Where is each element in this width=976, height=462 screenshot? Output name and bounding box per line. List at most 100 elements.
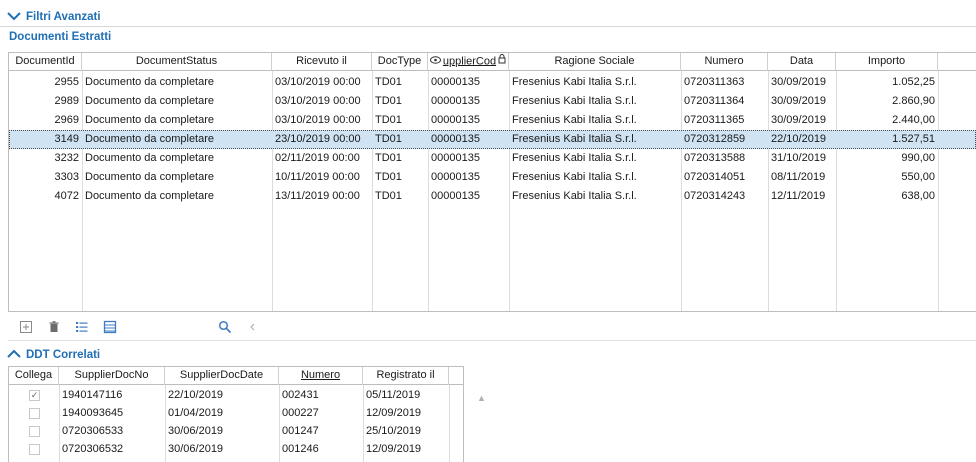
grid-header-row: Collega SupplierDocNo SupplierDocDate Nu… (9, 367, 463, 385)
column-header-supplierdocdate[interactable]: SupplierDocDate (165, 367, 279, 385)
table-row[interactable]: 0720306532 30/06/2019 001246 12/09/2019 (9, 440, 463, 459)
table-row[interactable]: 2955 Documento da completare 03/10/2019 … (9, 73, 976, 92)
collega-checkbox-checked[interactable]: ✓ (29, 390, 40, 401)
column-header-supplierdocno[interactable]: SupplierDocNo (59, 367, 165, 385)
cell-data: 30/09/2019 (771, 95, 827, 107)
cell-ragione: Fresenius Kabi Italia S.r.l. (512, 76, 637, 88)
cell-numero: 0720312859 (684, 133, 746, 145)
column-header-numero[interactable]: Numero (681, 53, 768, 71)
cell-status: Documento da completare (85, 95, 215, 107)
cell-documentid: 3232 (54, 152, 79, 164)
table-row[interactable]: 4072 Documento da completare 13/11/2019 … (9, 187, 976, 206)
cell-status: Documento da completare (85, 171, 215, 183)
cell-status: Documento da completare (85, 114, 215, 126)
filtri-avanzati-toggle[interactable]: Filtri Avanzati (0, 9, 101, 25)
cell-supplierdocdate: 30/06/2019 (168, 425, 224, 437)
cell-supplierdocno: 0720306532 (62, 443, 124, 455)
table-row[interactable]: 3232 Documento da completare 02/11/2019 … (9, 149, 976, 168)
column-header-importo[interactable]: Importo (836, 53, 938, 71)
delete-icon[interactable] (44, 317, 64, 337)
filtri-avanzati-label: Filtri Avanzati (26, 11, 101, 23)
add-icon[interactable] (16, 317, 36, 337)
cell-documentid: 3149 (54, 133, 79, 145)
cell-doctype: TD01 (375, 114, 402, 126)
cell-importo: 638,00 (901, 190, 935, 202)
cell-documentid: 3303 (54, 171, 79, 183)
column-header-ricevuto[interactable]: Ricevuto il (272, 53, 372, 71)
search-icon[interactable] (215, 317, 235, 337)
column-header-doctype[interactable]: DocType (372, 53, 428, 71)
cell-ricevuto: 02/11/2019 00:00 (275, 152, 360, 164)
cell-data: 30/09/2019 (771, 114, 827, 126)
column-header-numero[interactable]: Numero (279, 367, 363, 385)
ddt-correlati-toggle[interactable]: DDT Correlati (0, 347, 100, 363)
cell-ricevuto: 10/11/2019 00:00 (275, 171, 360, 183)
cell-numero: 0720313588 (684, 152, 746, 164)
grid-toolbar (8, 313, 976, 341)
collega-checkbox[interactable] (29, 408, 40, 419)
documenti-estratti-grid[interactable]: DocumentId DocumentStatus Ricevuto il Do… (8, 52, 976, 312)
cell-data: 12/11/2019 (771, 190, 826, 202)
table-row[interactable]: 3303 Documento da completare 10/11/2019 … (9, 168, 976, 187)
table-icon[interactable] (100, 317, 120, 337)
grid-header-row: DocumentId DocumentStatus Ricevuto il Do… (9, 53, 976, 71)
column-header-documentstatus[interactable]: DocumentStatus (82, 53, 272, 71)
cell-registrato: 25/10/2019 (366, 425, 422, 437)
cell-supplier: 00000135 (431, 152, 480, 164)
cell-documentid: 2989 (54, 95, 79, 107)
cell-supplier: 00000135 (431, 76, 480, 88)
cell-numero: 0720314051 (684, 171, 746, 183)
column-header-registrato[interactable]: Registrato il (363, 367, 449, 385)
cell-supplierdocdate: 01/04/2019 (168, 407, 224, 419)
cell-status: Documento da completare (85, 133, 215, 145)
cell-supplierdocno: 0720306533 (62, 425, 124, 437)
cell-numero: 0720314243 (684, 190, 746, 202)
list-details-icon[interactable] (72, 317, 92, 337)
cell-documentid: 2955 (54, 76, 79, 88)
table-row[interactable]: 1940093645 01/04/2019 000227 12/09/2019 (9, 404, 463, 423)
cell-data: 22/10/2019 (771, 133, 827, 145)
cell-ricevuto: 03/10/2019 00:00 (275, 76, 361, 88)
cell-ragione: Fresenius Kabi Italia S.r.l. (512, 152, 637, 164)
column-header-data[interactable]: Data (768, 53, 836, 71)
cell-supplierdocdate: 22/10/2019 (168, 389, 224, 401)
cell-registrato: 12/09/2019 (366, 443, 422, 455)
cell-importo: 990,00 (901, 152, 935, 164)
ddt-correlati-grid[interactable]: Collega SupplierDocNo SupplierDocDate Nu… (8, 366, 464, 462)
cell-documentid: 4072 (54, 190, 79, 202)
table-row-selected[interactable]: 3149 Documento da completare 23/10/2019 … (9, 130, 976, 149)
cell-numero: 000227 (282, 407, 319, 419)
collega-checkbox[interactable] (29, 444, 40, 455)
cell-doctype: TD01 (375, 95, 402, 107)
cell-numero: 0720311363 (684, 76, 745, 88)
table-row[interactable]: 0720306533 30/06/2019 001247 25/10/2019 (9, 422, 463, 441)
cell-registrato: 05/11/2019 (366, 389, 421, 401)
column-header-documentid[interactable]: DocumentId (9, 53, 82, 71)
scroll-up-icon[interactable]: ▲ (477, 393, 487, 403)
cell-ricevuto: 13/11/2019 00:00 (275, 190, 360, 202)
cell-numero: 0720311365 (684, 114, 745, 126)
cell-importo: 2.860,90 (892, 95, 935, 107)
cell-doctype: TD01 (375, 76, 402, 88)
cell-ragione: Fresenius Kabi Italia S.r.l. (512, 171, 637, 183)
cell-ragione: Fresenius Kabi Italia S.r.l. (512, 190, 637, 202)
cell-ricevuto: 03/10/2019 00:00 (275, 95, 361, 107)
chevron-left-icon[interactable] (243, 317, 263, 337)
table-row[interactable]: 2989 Documento da completare 03/10/2019 … (9, 92, 976, 111)
cell-supplier: 00000135 (431, 190, 480, 202)
cell-documentid: 2969 (54, 114, 79, 126)
collega-checkbox[interactable] (29, 426, 40, 437)
cell-ricevuto: 03/10/2019 00:00 (275, 114, 361, 126)
cell-supplierdocno: 1940093645 (62, 407, 124, 419)
cell-doctype: TD01 (375, 133, 402, 145)
column-header-collega[interactable]: Collega (9, 367, 59, 385)
cell-numero: 001247 (282, 425, 319, 437)
cell-numero: 0720311364 (684, 95, 745, 107)
cell-doctype: TD01 (375, 152, 402, 164)
table-row[interactable]: 2969 Documento da completare 03/10/2019 … (9, 111, 976, 130)
cell-supplierdocdate: 30/06/2019 (168, 443, 224, 455)
cell-supplier: 00000135 (431, 171, 480, 183)
column-header-suppliercode[interactable]: upplierCod (428, 53, 509, 71)
column-header-ragione-sociale[interactable]: Ragione Sociale (509, 53, 681, 71)
table-row[interactable]: ✓ 1940147116 22/10/2019 002431 05/11/201… (9, 386, 463, 405)
